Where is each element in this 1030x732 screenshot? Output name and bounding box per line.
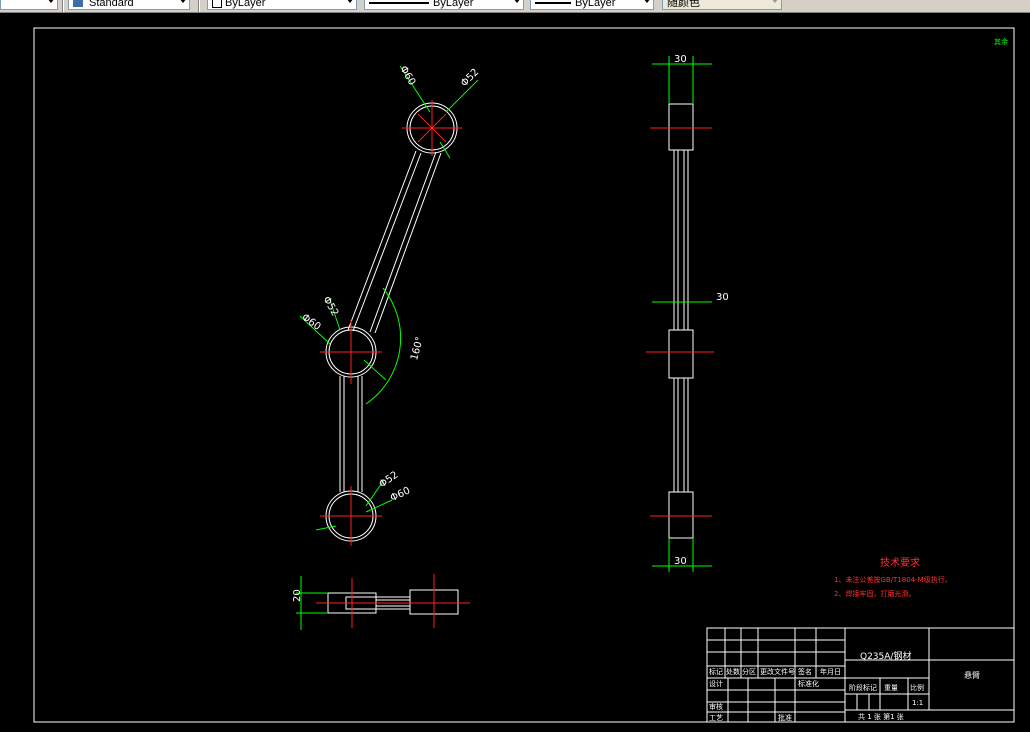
- dim-bot-d60: Φ60: [389, 485, 412, 504]
- tech-req-2: 2、焊接牢固，打磨光滑。: [834, 589, 915, 598]
- dim-mid-d60: Φ60: [299, 312, 322, 333]
- dim-mid-d52: Φ52: [320, 295, 340, 318]
- dim-side-mid-30: 30: [716, 292, 729, 303]
- dim-top-d52: Φ52: [459, 67, 481, 89]
- hdr-review: 审核: [709, 702, 723, 711]
- hdr-sign: 签名: [798, 667, 812, 676]
- hdr-approve: 批准: [778, 713, 792, 722]
- upper-arm-edge: [374, 152, 442, 334]
- upper-arm-edge: [347, 150, 417, 331]
- sheet-count: 共 1 张 第1 张: [858, 712, 904, 721]
- drawing-frame: [33, 27, 1015, 723]
- hdr-date: 年月日: [820, 667, 841, 676]
- dim-top-d60: Φ60: [397, 64, 417, 87]
- material-label: Q235A/钢材: [860, 650, 911, 662]
- side-view: [668, 103, 694, 539]
- hdr-stage: 阶段标记: [849, 683, 877, 692]
- hdr-process: 工艺: [709, 714, 723, 722]
- hdr-scale: 比例: [910, 683, 924, 692]
- dim-plan-20: 20: [292, 589, 303, 602]
- hdr-design: 设计: [709, 679, 723, 688]
- side-dimensions: [652, 56, 712, 572]
- plan-center-lines: [316, 574, 470, 628]
- angle-arc: [365, 287, 402, 405]
- upper-arm-edge: [352, 152, 422, 332]
- hdr-weight: 重量: [884, 684, 898, 692]
- hdr-zone: 分区: [742, 667, 756, 676]
- plan-view: [327, 589, 459, 615]
- dim-side-top-30: 30: [674, 54, 687, 65]
- tech-req-title: 技术要求: [880, 556, 920, 569]
- surface-finish-note: 其余: [994, 37, 1008, 46]
- hdr-std: 标准化: [798, 679, 819, 688]
- dim-side-bot-30: 30: [674, 556, 687, 567]
- dim-angle: 160°: [409, 336, 426, 362]
- side-center-lines: [646, 127, 714, 517]
- hdr-count: 处数: [726, 667, 740, 676]
- drawing-canvas[interactable]: 其余 Φ60 Φ52 Φ52 Φ60 160° Φ52 Φ60 20 30 30…: [0, 0, 1030, 732]
- upper-arm-edge: [369, 151, 437, 333]
- part-name: 悬臂: [964, 670, 980, 680]
- dim-bot-d52: Φ52: [377, 470, 400, 491]
- hdr-doc: 更改文件号: [760, 667, 795, 676]
- tech-req-1: 1、未注公差按GB/T1804-M级执行。: [834, 575, 952, 584]
- scale-value: 1:1: [912, 699, 923, 707]
- hdr-mark: 标记: [709, 667, 723, 676]
